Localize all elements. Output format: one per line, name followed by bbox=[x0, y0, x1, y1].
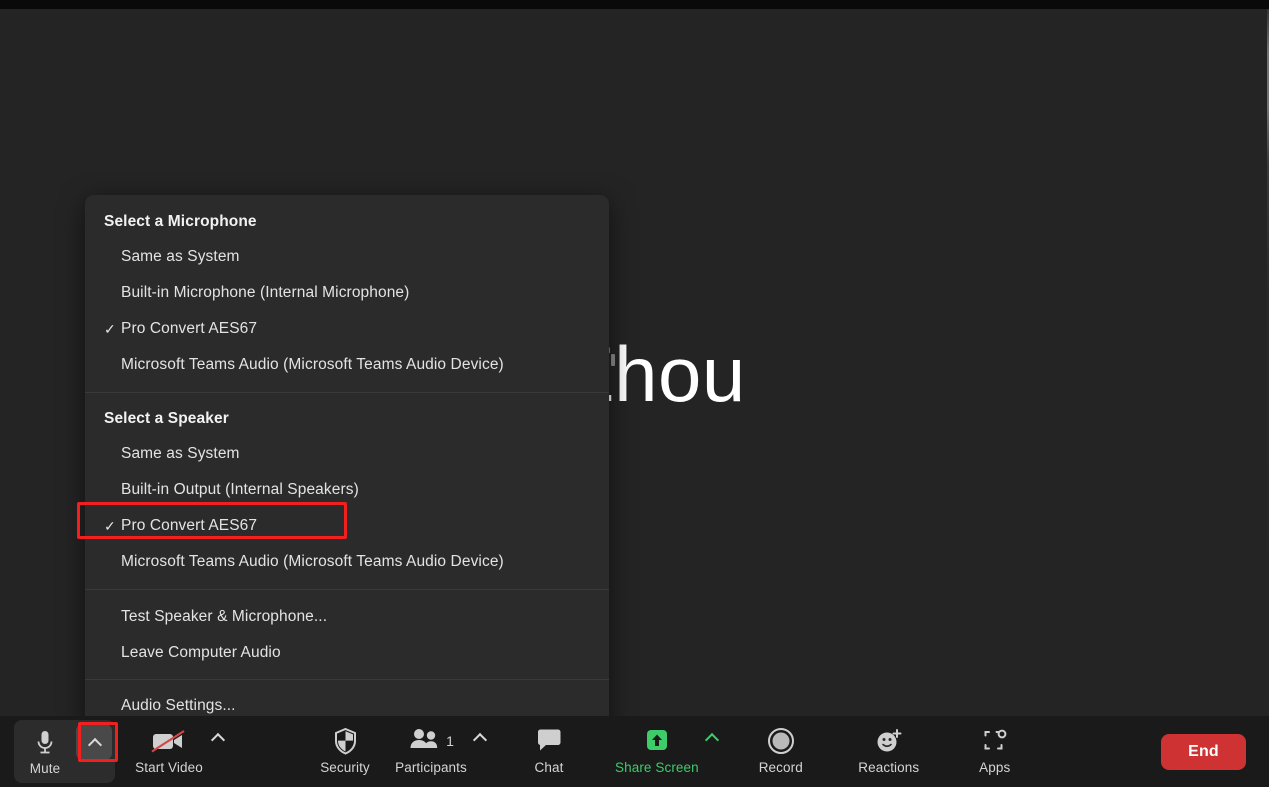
menu-item-label: Built-in Output (Internal Speakers) bbox=[121, 481, 359, 498]
checkmark-icon: ✓ bbox=[104, 286, 121, 300]
menu-item-label: Microsoft Teams Audio (Microsoft Teams A… bbox=[121, 356, 504, 373]
menu-item-label: Test Speaker & Microphone... bbox=[121, 608, 328, 625]
reactions-button[interactable]: Reactions bbox=[853, 716, 925, 787]
microphone-section-header: Select a Microphone bbox=[104, 213, 257, 230]
end-meeting-button[interactable]: End bbox=[1161, 733, 1246, 770]
chat-button[interactable]: Chat bbox=[513, 716, 585, 787]
shield-icon bbox=[333, 724, 358, 758]
checkmark-icon: ✓ bbox=[104, 321, 116, 337]
menu-item-label: Pro Convert AES67 bbox=[121, 517, 258, 534]
share-screen-label: Share Screen bbox=[615, 760, 699, 775]
record-circle-icon bbox=[766, 724, 796, 758]
menu-item-test-speaker-microphone[interactable]: ✓ Test Speaker & Microphone... bbox=[85, 599, 609, 635]
zoom-meeting-window: Zhou Select a Microphone ✓ Same as Syste… bbox=[0, 0, 1269, 787]
menu-item-label: Audio Settings... bbox=[121, 697, 236, 714]
checkmark-icon: ✓ bbox=[104, 610, 121, 624]
menu-item-mic-teams-audio[interactable]: ✓ Microsoft Teams Audio (Microsoft Teams… bbox=[85, 347, 609, 383]
menu-item-mic-pro-convert-aes67[interactable]: ✓ Pro Convert AES67 bbox=[85, 311, 609, 347]
participants-button[interactable]: 1 Participants bbox=[395, 716, 467, 787]
video-button-group[interactable]: Start Video bbox=[133, 716, 223, 787]
audio-options-chevron-button[interactable] bbox=[76, 724, 112, 760]
chevron-up-icon bbox=[706, 732, 717, 743]
apps-label: Apps bbox=[979, 760, 1011, 775]
smiley-plus-icon bbox=[874, 724, 904, 758]
mute-button-group[interactable]: Mute bbox=[14, 720, 115, 783]
checkmark-icon: ✓ bbox=[104, 358, 121, 372]
participants-icon-row: 1 bbox=[408, 724, 454, 758]
menu-item-label: Same as System bbox=[121, 445, 240, 462]
checkmark-icon: ✓ bbox=[104, 447, 121, 461]
participants-count: 1 bbox=[446, 733, 454, 749]
menu-item-label: Microsoft Teams Audio (Microsoft Teams A… bbox=[121, 553, 504, 570]
microphone-icon bbox=[34, 725, 56, 759]
checkmark-icon: ✓ bbox=[104, 646, 121, 660]
menu-divider bbox=[85, 679, 609, 680]
speaker-section-header: Select a Speaker bbox=[104, 410, 229, 427]
chevron-up-icon bbox=[474, 732, 485, 743]
record-button[interactable]: Record bbox=[745, 716, 817, 787]
security-button[interactable]: Security bbox=[309, 716, 381, 787]
name-text-fragment bbox=[611, 354, 615, 366]
chevron-up-icon bbox=[89, 737, 100, 748]
share-screen-up-arrow-icon bbox=[642, 724, 672, 758]
apps-brackets-icon bbox=[980, 724, 1010, 758]
menu-divider bbox=[85, 392, 609, 393]
reactions-label: Reactions bbox=[858, 760, 920, 775]
menu-item-speaker-built-in-output[interactable]: ✓ Built-in Output (Internal Speakers) bbox=[85, 472, 609, 508]
audio-actions-section: ✓ Test Speaker & Microphone... ✓ Leave C… bbox=[85, 599, 609, 671]
checkmark-icon: ✓ bbox=[104, 699, 121, 713]
audio-device-menu[interactable]: Select a Microphone ✓ Same as System ✓ B… bbox=[85, 195, 609, 732]
menu-item-label: Pro Convert AES67 bbox=[121, 320, 258, 337]
menu-item-label: Leave Computer Audio bbox=[121, 644, 281, 661]
checkmark-icon: ✓ bbox=[104, 555, 121, 569]
menu-item-mic-same-as-system[interactable]: ✓ Same as System bbox=[85, 239, 609, 275]
mute-button[interactable]: Mute bbox=[14, 720, 76, 783]
toolbar-left-group: Mute Start Video Security 1 Participants… bbox=[0, 716, 1031, 787]
checkmark-icon: ✓ bbox=[104, 518, 116, 534]
video-options-chevron-button[interactable] bbox=[212, 716, 223, 750]
share-screen-button-group[interactable]: Share Screen bbox=[615, 716, 717, 787]
checkmark-icon: ✓ bbox=[104, 250, 121, 264]
toolbar-right-group: End bbox=[1161, 716, 1269, 787]
menu-item-speaker-pro-convert-aes67[interactable]: ✓ Pro Convert AES67 bbox=[85, 508, 609, 544]
security-label: Security bbox=[320, 760, 370, 775]
participants-options-chevron-button[interactable] bbox=[474, 716, 485, 750]
window-top-strip bbox=[0, 0, 1269, 9]
chat-bubble-icon bbox=[535, 724, 563, 758]
meeting-toolbar: Mute Start Video Security 1 Participants… bbox=[0, 716, 1269, 787]
menu-item-speaker-teams-audio[interactable]: ✓ Microsoft Teams Audio (Microsoft Teams… bbox=[85, 544, 609, 580]
menu-divider bbox=[85, 589, 609, 590]
share-screen-button[interactable]: Share Screen bbox=[615, 716, 699, 787]
start-video-button[interactable]: Start Video bbox=[133, 716, 205, 787]
speaker-section: Select a Speaker ✓ Same as System ✓ Buil… bbox=[85, 402, 609, 580]
chevron-up-icon bbox=[212, 732, 223, 743]
menu-item-mic-built-in[interactable]: ✓ Built-in Microphone (Internal Micropho… bbox=[85, 275, 609, 311]
checkmark-icon: ✓ bbox=[104, 483, 121, 497]
participants-label: Participants bbox=[395, 760, 467, 775]
mute-label: Mute bbox=[29, 761, 61, 776]
menu-item-label: Same as System bbox=[121, 248, 240, 265]
share-screen-options-chevron-button[interactable] bbox=[706, 716, 717, 750]
participants-button-group[interactable]: 1 Participants bbox=[395, 716, 485, 787]
microphone-section: Select a Microphone ✓ Same as System ✓ B… bbox=[85, 205, 609, 383]
record-label: Record bbox=[758, 760, 803, 775]
video-off-icon bbox=[149, 724, 189, 758]
chat-label: Chat bbox=[534, 760, 564, 775]
menu-item-leave-computer-audio[interactable]: ✓ Leave Computer Audio bbox=[85, 635, 609, 671]
menu-item-label: Built-in Microphone (Internal Microphone… bbox=[121, 284, 410, 301]
start-video-label: Start Video bbox=[135, 760, 203, 775]
people-icon bbox=[408, 727, 442, 756]
menu-item-speaker-same-as-system[interactable]: ✓ Same as System bbox=[85, 436, 609, 472]
apps-button[interactable]: Apps bbox=[959, 716, 1031, 787]
